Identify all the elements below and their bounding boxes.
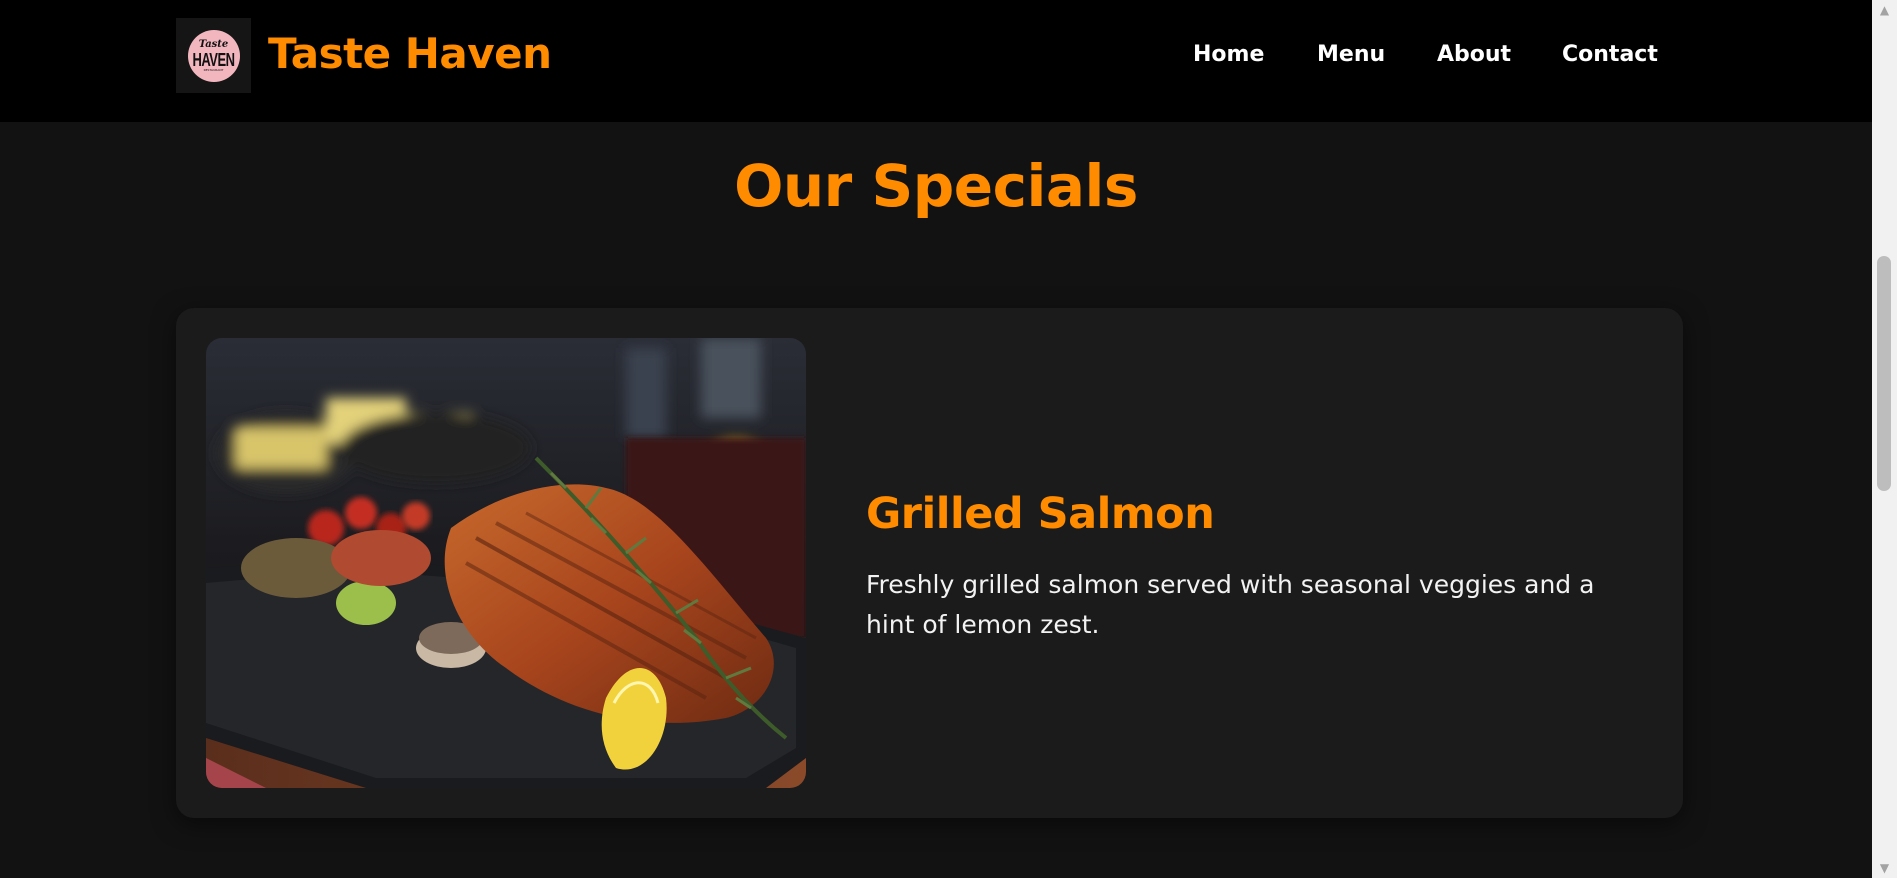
nav-link-home[interactable]: Home <box>1193 38 1264 72</box>
chevron-down-icon[interactable]: ▼ <box>1872 858 1897 878</box>
scrollbar-thumb[interactable] <box>1877 256 1891 491</box>
salmon-photo <box>206 338 806 788</box>
nav-link-contact[interactable]: Contact <box>1562 38 1658 72</box>
special-title: Grilled Salmon <box>866 489 1215 539</box>
chevron-up-icon[interactable]: ▲ <box>1872 0 1897 20</box>
navbar: Taste HAVEN RESTAURANT Taste Haven Home … <box>0 0 1872 122</box>
special-description: Freshly grilled salmon served with seaso… <box>866 570 1595 639</box>
page: Taste HAVEN RESTAURANT Taste Haven Home … <box>0 0 1897 878</box>
nav-link-about[interactable]: About <box>1437 38 1511 72</box>
main-nav: Home Menu About Contact <box>0 0 1872 110</box>
nav-link-menu[interactable]: Menu <box>1317 38 1385 72</box>
special-card <box>176 308 1683 818</box>
scrollbar[interactable]: ▲ ▼ <box>1872 0 1897 878</box>
grilled-salmon-image <box>206 338 806 788</box>
section-title: Our Specials <box>734 152 1138 220</box>
